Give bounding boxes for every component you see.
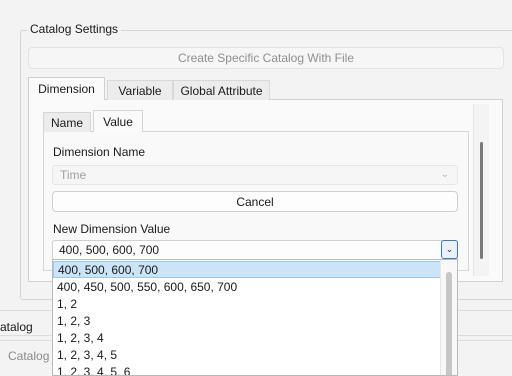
pane-scrollbar-thumb[interactable] bbox=[480, 142, 483, 259]
list-item[interactable]: 400, 450, 500, 550, 600, 650, 700 bbox=[53, 278, 441, 295]
dimension-name-combo[interactable]: Time ⌄ bbox=[52, 165, 458, 185]
tab-global-attribute[interactable]: Global Attribute bbox=[173, 80, 270, 100]
tab-name[interactable]: Name bbox=[43, 112, 91, 132]
list-item[interactable]: 1, 2, 3, 4, 5 bbox=[53, 346, 441, 363]
dimension-name-value: Time bbox=[60, 168, 87, 182]
cancel-button[interactable]: Cancel bbox=[52, 191, 458, 212]
chevron-down-icon: ⌄ bbox=[440, 169, 449, 180]
chevron-down-icon[interactable]: ⌄ bbox=[441, 240, 458, 259]
tab-value[interactable]: Value bbox=[93, 110, 143, 132]
list-item[interactable]: 1, 2, 3, 4 bbox=[53, 329, 441, 346]
list-item[interactable]: 1, 2 bbox=[53, 295, 441, 312]
list-item[interactable]: 1, 2, 3 bbox=[53, 312, 441, 329]
dimension-name-label: Dimension Name bbox=[53, 145, 146, 159]
new-dimension-value-combo[interactable]: 400, 500, 600, 700 bbox=[52, 240, 458, 260]
dropdown-scrollbar-thumb[interactable] bbox=[446, 272, 452, 375]
new-dimension-value-selected: 400, 500, 600, 700 bbox=[59, 243, 160, 257]
create-catalog-button[interactable]: Create Specific Catalog With File bbox=[28, 47, 504, 69]
new-dimension-value-label: New Dimension Value bbox=[53, 222, 171, 236]
tab-variable[interactable]: Variable bbox=[107, 80, 173, 100]
background-catalog-label: atalog bbox=[0, 320, 33, 334]
list-item[interactable]: 400, 500, 600, 700 bbox=[53, 261, 441, 278]
list-item[interactable]: 1, 2, 3, 4, 5, 6 bbox=[53, 363, 441, 376]
group-title: Catalog Settings bbox=[27, 22, 122, 36]
dimension-value-dropdown[interactable]: 400, 500, 600, 700 400, 450, 500, 550, 6… bbox=[52, 259, 458, 376]
background-catalog-label-2: Catalog bbox=[8, 349, 50, 363]
tab-dimension[interactable]: Dimension bbox=[28, 77, 105, 100]
